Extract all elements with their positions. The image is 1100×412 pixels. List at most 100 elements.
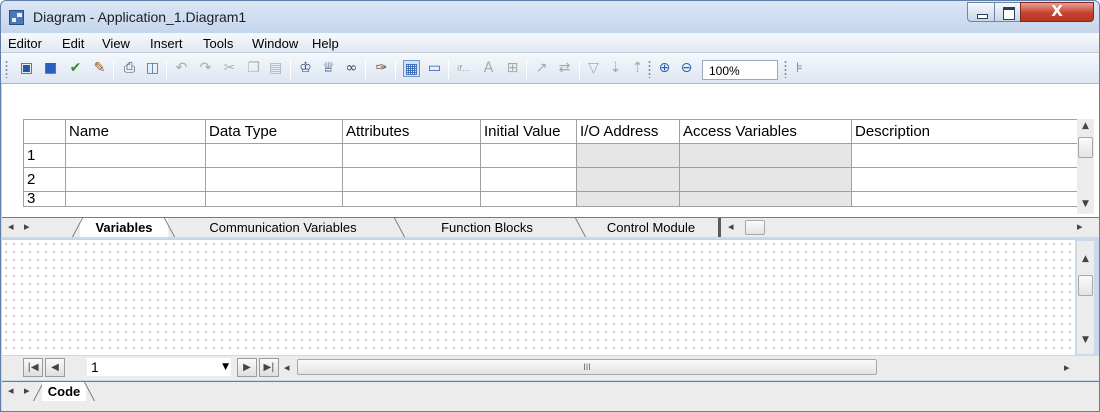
grid-cell[interactable]	[480, 143, 577, 168]
column-header-io-address[interactable]: I/O Address	[576, 119, 680, 144]
maximize-button[interactable]	[994, 2, 1021, 22]
grid-cell[interactable]	[576, 191, 680, 207]
column-header-data-type[interactable]: Data Type	[205, 119, 343, 144]
menu-edit[interactable]: Edit	[62, 36, 84, 51]
table-row[interactable]: 3	[23, 191, 1078, 207]
grid-cell[interactable]	[576, 143, 680, 168]
table-view-icon[interactable]: ▦	[403, 60, 420, 77]
grid-vertical-scrollbar[interactable]: ▲ ▼	[1077, 119, 1094, 214]
tab-scroll-left-icon[interactable]: ◂	[8, 384, 14, 397]
table-row[interactable]: 1	[23, 143, 1078, 168]
format-painter-icon[interactable]: ✑	[373, 60, 390, 77]
grid-cell[interactable]	[65, 167, 206, 192]
previous-page-button[interactable]: ◀	[45, 358, 65, 377]
filter-icon[interactable]: ▽	[585, 60, 602, 77]
first-page-button[interactable]: |◀	[23, 358, 43, 377]
cut-icon[interactable]: ✂	[221, 60, 238, 77]
compile-icon[interactable]: ✎	[91, 60, 108, 77]
panel-view-icon[interactable]: ▭	[426, 60, 443, 77]
replace-icon[interactable]: ⇄	[556, 60, 573, 77]
toolbar-grip[interactable]	[5, 60, 8, 78]
zoom-out-icon[interactable]: ⊖	[678, 60, 695, 77]
redo-icon[interactable]: ↷	[197, 60, 214, 77]
tab-scroll-right-icon[interactable]: ▸	[24, 220, 30, 233]
zoom-in-icon[interactable]: ⊕	[656, 60, 673, 77]
scroll-up-icon[interactable]: ▲	[1077, 254, 1094, 264]
hscroll-left-icon[interactable]: ◂	[728, 220, 734, 233]
find-next-icon[interactable]: ♕	[320, 60, 337, 77]
close-button[interactable]: X	[1020, 2, 1094, 22]
menu-editor[interactable]: Editor	[8, 36, 42, 51]
chevron-down-icon[interactable]: ▼	[222, 362, 229, 372]
menu-insert[interactable]: Insert	[150, 36, 183, 51]
find-icon[interactable]: ♔	[297, 60, 314, 77]
menu-help[interactable]: Help	[312, 36, 339, 51]
hscroll-right-icon[interactable]: ▸	[1077, 220, 1083, 233]
grid-cell[interactable]	[576, 167, 680, 192]
grid-cell[interactable]	[851, 143, 1078, 168]
sort-descending-icon[interactable]: ⇡	[629, 60, 646, 77]
copy-icon[interactable]: ❐	[245, 60, 262, 77]
row-number[interactable]: 3	[23, 191, 66, 207]
menu-view[interactable]: View	[102, 36, 130, 51]
title-bar[interactable]: Diagram - Application_1.Diagram1 X	[1, 1, 1099, 33]
column-header-name[interactable]: Name	[65, 119, 206, 144]
hscroll-left-icon[interactable]: ◂	[284, 361, 290, 374]
table-row[interactable]: 2	[23, 167, 1078, 192]
print-icon[interactable]: ⎙	[121, 60, 138, 77]
tab-scroll-right-icon[interactable]: ▸	[24, 384, 30, 397]
grid-scroll-thumb[interactable]	[1078, 137, 1093, 158]
grid-cell[interactable]	[205, 167, 343, 192]
save-icon[interactable]: ■	[42, 60, 59, 77]
tab-code[interactable]: Code	[42, 382, 86, 401]
row-number[interactable]: 2	[23, 167, 66, 192]
column-header-initial-value[interactable]: Initial Value	[480, 119, 577, 144]
next-page-button[interactable]: ▶	[237, 358, 257, 377]
sort-ascending-icon[interactable]: ⇣	[607, 60, 624, 77]
grid-cell[interactable]	[342, 143, 481, 168]
tab-variables[interactable]: Variables	[80, 218, 168, 237]
code-canvas[interactable]	[2, 239, 1075, 355]
page-select[interactable]: 1 ▼	[86, 357, 232, 377]
grid-cell[interactable]	[65, 191, 206, 207]
grid-cell[interactable]	[65, 143, 206, 168]
grid-cell[interactable]	[205, 191, 343, 207]
hscroll-right-icon[interactable]: ▸	[1064, 361, 1070, 374]
last-page-button[interactable]: ▶|	[259, 358, 279, 377]
code-vertical-scrollbar[interactable]: ▲ ▼	[1077, 241, 1094, 354]
tab-splitter[interactable]	[718, 218, 721, 237]
column-header-access-variables[interactable]: Access Variables	[679, 119, 852, 144]
if-then-icon[interactable]: if…	[455, 60, 472, 77]
grid-cell[interactable]	[679, 191, 852, 207]
menu-window[interactable]: Window	[252, 36, 298, 51]
binoculars-icon[interactable]: ∞	[343, 60, 360, 77]
code-hscroll-thumb[interactable]: III	[297, 359, 877, 375]
link-icon[interactable]: ↗	[533, 60, 550, 77]
grid-cell[interactable]	[480, 191, 577, 207]
grid-cell[interactable]	[679, 143, 852, 168]
tab-control-module[interactable]: Control Module	[590, 218, 712, 237]
scroll-down-icon[interactable]: ▼	[1077, 335, 1094, 345]
menu-tools[interactable]: Tools	[203, 36, 233, 51]
print-preview-icon[interactable]: ◫	[144, 60, 161, 77]
grid-cell[interactable]	[205, 143, 343, 168]
code-scroll-thumb[interactable]	[1078, 275, 1093, 296]
column-header-attributes[interactable]: Attributes	[342, 119, 481, 144]
row-number[interactable]: 1	[23, 143, 66, 168]
column-header-description[interactable]: Description	[851, 119, 1078, 144]
grid-cell[interactable]	[851, 191, 1078, 207]
toolbar-grip[interactable]	[648, 60, 651, 78]
insert-block-icon[interactable]: ⊞	[504, 60, 521, 77]
paste-icon[interactable]: ▤	[267, 60, 284, 77]
grid-cell[interactable]	[342, 167, 481, 192]
text-style-icon[interactable]: A	[480, 60, 497, 77]
tab-scroll-left-icon[interactable]: ◂	[8, 220, 14, 233]
scroll-down-icon[interactable]: ▼	[1077, 199, 1094, 209]
toolbar-overflow-icon[interactable]: ⊧	[791, 60, 808, 77]
check-icon[interactable]: ✔	[67, 60, 84, 77]
zoom-field[interactable]: 100%	[702, 60, 778, 80]
undo-icon[interactable]: ↶	[173, 60, 190, 77]
tab-function-blocks[interactable]: Function Blocks	[408, 218, 566, 237]
grid-cell[interactable]	[342, 191, 481, 207]
grid-cell[interactable]	[851, 167, 1078, 192]
